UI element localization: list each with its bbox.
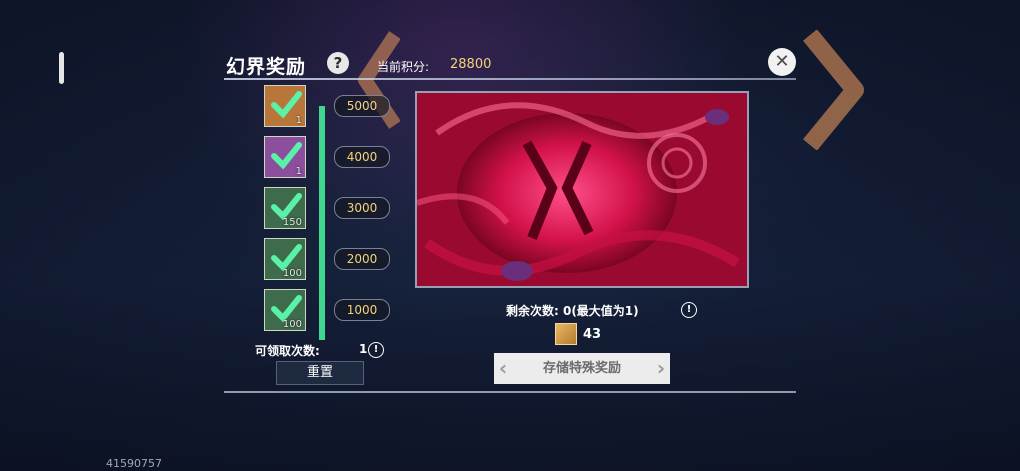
reward-threshold: 1000 (334, 299, 390, 321)
chevron-left-icon: ‹ (498, 356, 508, 380)
info-icon[interactable]: ! (681, 302, 697, 318)
close-icon: ✕ (774, 51, 790, 72)
chevron-right-icon: › (656, 356, 666, 380)
reward-count: 1 (295, 166, 302, 177)
progress-bar (319, 106, 325, 340)
score-value: 28800 (450, 57, 492, 72)
bottom-divider (224, 391, 796, 393)
help-icon[interactable]: ? (327, 52, 349, 74)
reward-slot[interactable]: 100 (264, 289, 306, 331)
reward-threshold: 5000 (334, 95, 390, 117)
claim-count-label: 可领取次数: (255, 344, 320, 358)
reward-count: 1 (295, 115, 302, 126)
store-button-label: 存储特殊奖励 (542, 361, 621, 376)
reward-count: 100 (282, 319, 302, 330)
panel-title: 幻界奖励 (226, 56, 307, 78)
dragon-eye-art (417, 93, 747, 286)
reward-slot[interactable]: 1 (264, 136, 306, 178)
reward-count: 100 (282, 268, 302, 279)
cost-value: 43 (583, 327, 602, 342)
reward-slot[interactable]: 1 (264, 85, 306, 127)
page-next-arrow[interactable] (800, 30, 870, 150)
reward-count: 150 (282, 217, 302, 228)
top-divider (224, 78, 796, 80)
score-label: 当前积分: (377, 60, 430, 74)
reward-slot[interactable]: 100 (264, 238, 306, 280)
store-special-reward-button[interactable]: ‹ 存储特殊奖励 › (494, 353, 670, 384)
reward-threshold: 4000 (334, 146, 390, 168)
reset-button[interactable]: 重置 (276, 361, 364, 385)
reward-threshold: 2000 (334, 248, 390, 270)
reward-threshold: 3000 (334, 197, 390, 219)
info-icon[interactable]: ! (368, 342, 384, 358)
close-button[interactable]: ✕ (768, 48, 796, 76)
side-menu-handle[interactable] (59, 52, 64, 84)
user-id: 41590757 (106, 457, 162, 470)
reward-slot[interactable]: 150 (264, 187, 306, 229)
reward-preview-image (415, 91, 749, 288)
remaining-count-label: 剩余次数: 0(最大值为1) (506, 304, 639, 318)
claim-count-value: 1 (359, 342, 368, 356)
ticket-icon (555, 323, 577, 345)
